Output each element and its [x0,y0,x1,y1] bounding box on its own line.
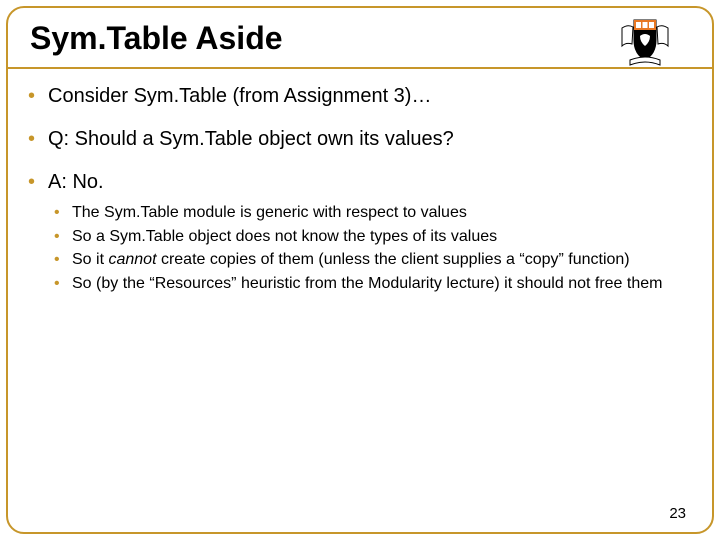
sub-bullet-text: So (by the “Resources” heuristic from th… [72,275,662,292]
sub-bullet-text-part: create copies of them (unless the client… [161,251,630,268]
sub-bullet-item: So a Sym.Table object does not know the … [48,226,700,248]
sub-bullet-text-part: So it [72,251,108,268]
princeton-shield-icon [616,14,674,77]
sub-bullet-item: So it cannot create copies of them (unle… [48,249,700,271]
sub-bullet-item: The Sym.Table module is generic with res… [48,202,700,224]
bullet-item: Consider Sym.Table (from Assignment 3)… [20,83,700,110]
title-bar: Sym.Table Aside [8,8,712,69]
slide-frame: Sym.Table Aside Consider Sym.Table (from [6,6,714,534]
bullet-text: A: No. [48,171,104,193]
bullet-item: Q: Should a Sym.Table object own its val… [20,126,700,153]
bullet-text: Q: Should a Sym.Table object own its val… [48,128,454,150]
sub-bullet-list: The Sym.Table module is generic with res… [48,202,700,294]
sub-bullet-text-emphasis: cannot [108,251,160,268]
slide-title: Sym.Table Aside [30,20,690,57]
slide-body: Consider Sym.Table (from Assignment 3)… … [8,69,712,294]
bullet-text: Consider Sym.Table (from Assignment 3)… [48,85,431,107]
bullet-item: A: No. The Sym.Table module is generic w… [20,169,700,294]
page-number: 23 [669,505,686,522]
sub-bullet-item: So (by the “Resources” heuristic from th… [48,273,700,295]
bullet-list: Consider Sym.Table (from Assignment 3)… … [20,83,700,294]
sub-bullet-text: The Sym.Table module is generic with res… [72,204,467,221]
sub-bullet-text: So a Sym.Table object does not know the … [72,228,497,245]
